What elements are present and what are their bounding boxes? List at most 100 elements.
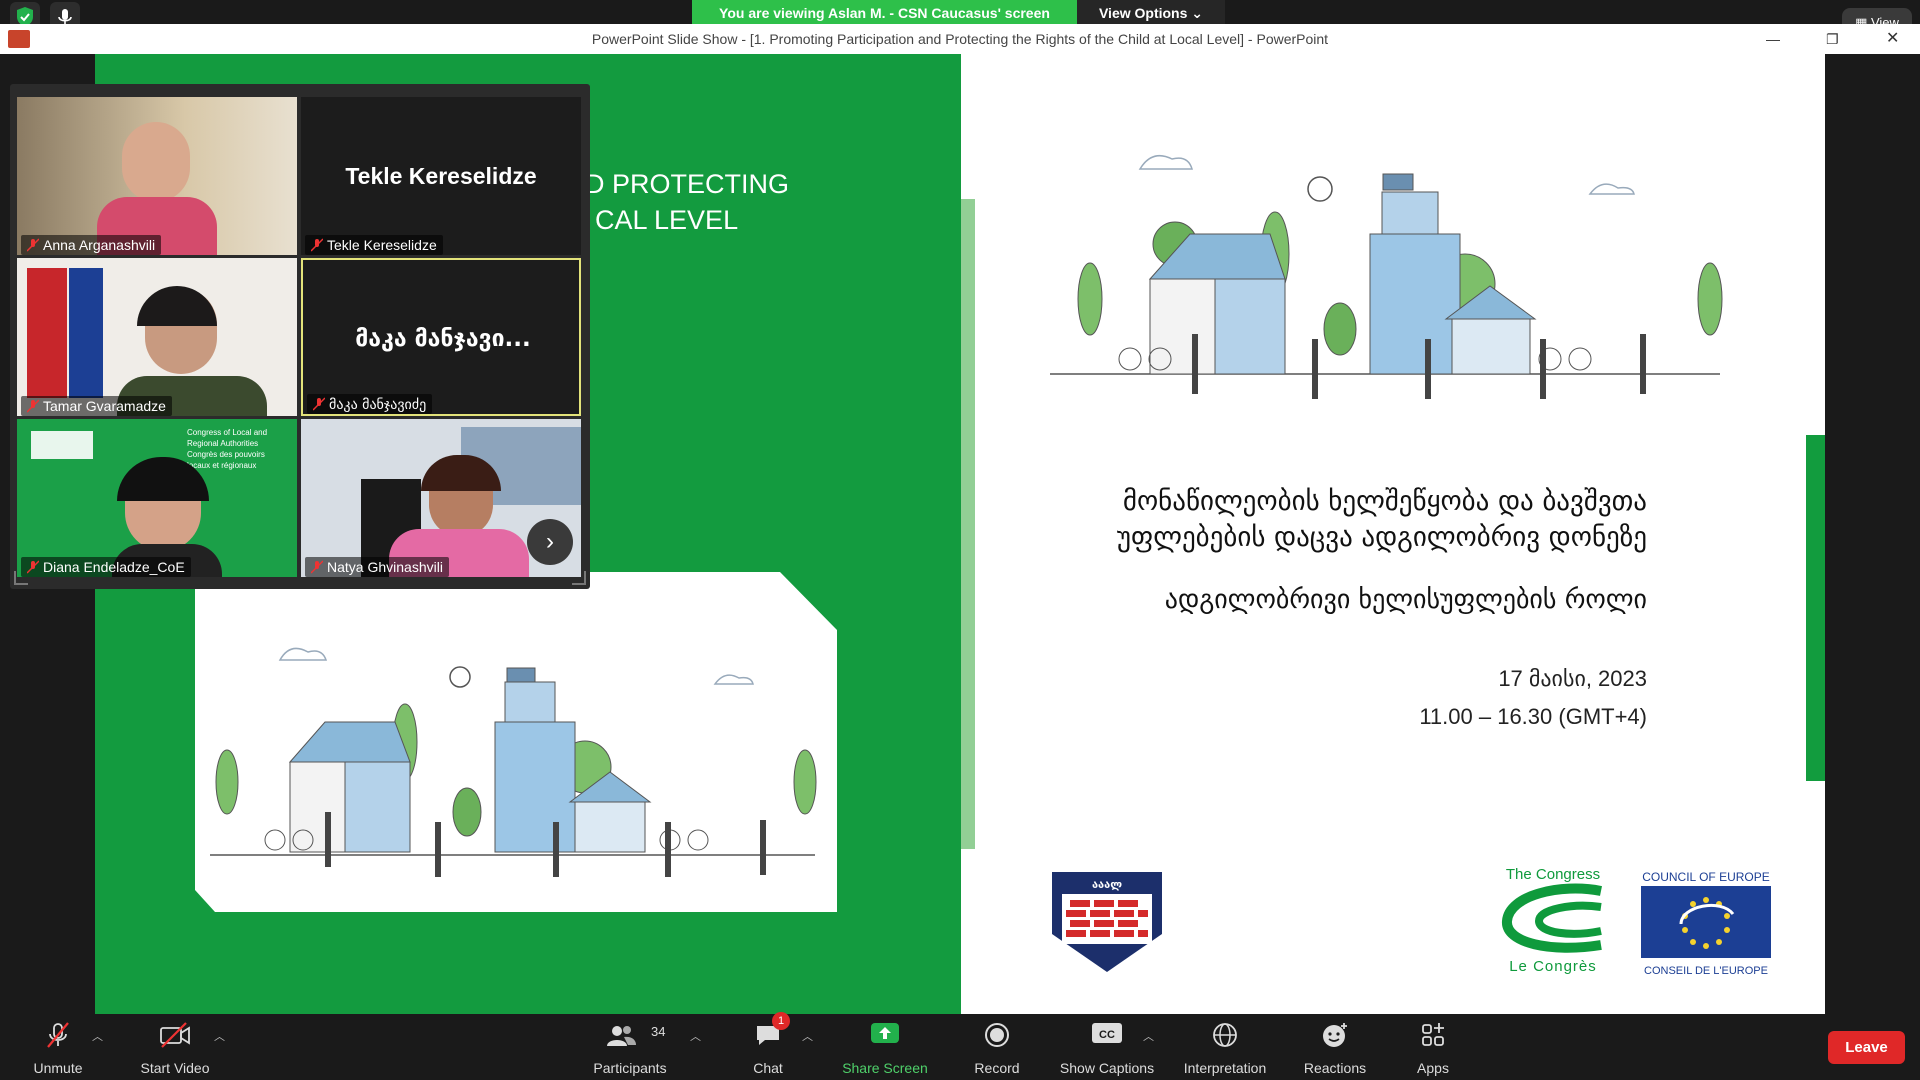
- close-icon[interactable]: ✕: [1886, 24, 1899, 54]
- slide-georgian-subtitle: ადგილობრივი ხელისუფლების როლი: [1164, 585, 1647, 615]
- slide-title-line-1: D PROTECTING: [585, 169, 790, 199]
- unmute-button[interactable]: Unmute: [18, 1014, 98, 1080]
- screen-share-banner: You are viewing Aslan M. - CSN Caucasus'…: [692, 0, 1077, 27]
- reactions-button[interactable]: Reactions: [1290, 1014, 1380, 1080]
- participant-name: Anna Arganashvili: [43, 237, 156, 253]
- participants-count: 34: [651, 1024, 666, 1039]
- naala-logo-text: ააალ: [1092, 878, 1122, 891]
- congress-logo-top: The Congress: [1505, 866, 1601, 883]
- slide-time: 11.00 – 16.30 (GMT+4): [1419, 704, 1647, 729]
- participant-name: Tamar Gvaramadze: [43, 398, 166, 414]
- participant-tile-tekle[interactable]: Tekle Kereselidze Tekle Kereselidze: [301, 97, 581, 255]
- georgian-title-line-2: უფლებების დაცვა ადგილობრივ დონეზე: [1116, 522, 1647, 553]
- resize-handle-icon[interactable]: [572, 571, 586, 585]
- chat-caret-icon[interactable]: ︿: [802, 1028, 813, 1044]
- participant-display-name: Tekle Kereselidze: [345, 163, 537, 189]
- chat-label: Chat: [753, 1060, 783, 1076]
- participants-caret-icon[interactable]: ︿: [690, 1028, 701, 1044]
- start-video-label: Start Video: [140, 1060, 210, 1076]
- muted-mic-icon: [27, 238, 39, 252]
- slide-date: 17 მაისი, 2023: [1498, 666, 1647, 691]
- city-illustration-small-art: [210, 647, 817, 877]
- participant-tile-natya[interactable]: Natya Ghvinashvili ›: [301, 419, 581, 577]
- congress-logo-bottom: Le Congrès: [1509, 958, 1597, 975]
- chat-button[interactable]: 1 Chat: [728, 1012, 808, 1080]
- globe-icon: [1213, 1023, 1237, 1047]
- person-hair: [137, 286, 217, 326]
- powerpoint-title-bar: PowerPoint Slide Show - [1. Promoting Pa…: [0, 24, 1920, 54]
- share-screen-icon: [871, 1023, 899, 1043]
- interpretation-label: Interpretation: [1183, 1060, 1267, 1076]
- slide-english-title: D PROTECTING CAL LEVEL: [585, 166, 789, 238]
- leave-meeting-button[interactable]: Leave: [1828, 1031, 1905, 1064]
- captions-icon-text: CC: [1099, 1029, 1115, 1041]
- captions-caret-icon[interactable]: ︿: [1143, 1028, 1154, 1044]
- participant-name-bar: Natya Ghvinashvili: [305, 557, 449, 577]
- participant-tile-diana[interactable]: Congress of Local and Regional Authoriti…: [17, 419, 297, 577]
- participant-name: მაკა მანჯავიძე: [329, 397, 427, 413]
- video-options-caret-icon[interactable]: ︿: [214, 1028, 225, 1044]
- slide-divider-shade: [961, 199, 975, 849]
- participant-name-bar: Tamar Gvaramadze: [21, 396, 172, 416]
- minimize-icon[interactable]: —: [1766, 24, 1780, 54]
- smiley-add-icon: [1323, 1023, 1347, 1047]
- virtual-bg-text: Congress of Local and Regional Authoriti…: [187, 427, 297, 471]
- participant-tile-anna[interactable]: Anna Arganashvili: [17, 97, 297, 255]
- slide-accent-bar: [1806, 435, 1825, 781]
- slide-title-line-2: CAL LEVEL: [595, 205, 739, 235]
- participant-tile-tamar[interactable]: Tamar Gvaramadze: [17, 258, 297, 416]
- zoom-window: { "zoom": { "banner_text": "You are view…: [0, 0, 1920, 1080]
- share-screen-label: Share Screen: [842, 1060, 928, 1076]
- participant-display-name: მაკა მანჯავი...: [355, 326, 531, 352]
- participant-tile-maka-active-speaker[interactable]: მაკა მანჯავი... მაკა მანჯავიძე: [301, 258, 581, 416]
- record-button[interactable]: Record: [957, 1014, 1037, 1080]
- city-illustration-small: [195, 572, 837, 912]
- muted-mic-icon: [311, 560, 323, 574]
- participant-name: Diana Endeladze_CoE: [43, 559, 185, 575]
- powerpoint-app-icon: [8, 30, 30, 48]
- participants-button[interactable]: 34 Participants: [585, 1014, 675, 1080]
- person-face: [122, 122, 190, 202]
- show-captions-button[interactable]: CC Show Captions: [1052, 1014, 1162, 1080]
- unmute-label: Unmute: [33, 1060, 83, 1076]
- city-illustration-large: [1050, 154, 1723, 399]
- record-icon: [985, 1023, 1009, 1047]
- bg-line-4: locaux et régionaux: [187, 461, 257, 470]
- muted-mic-icon: [311, 238, 323, 252]
- bg-line-2: Regional Authorities: [187, 439, 259, 448]
- microphone-muted-icon: [47, 1022, 69, 1048]
- apps-button[interactable]: Apps: [1393, 1014, 1473, 1080]
- chevron-down-icon: ⌄: [1191, 5, 1204, 21]
- participant-name: Tekle Kereselidze: [327, 237, 437, 253]
- start-video-button[interactable]: Start Video: [130, 1014, 220, 1080]
- georgian-title-line-1: მონაწილეობის ხელშეწყობა და ბავშვთა: [1122, 486, 1647, 517]
- virtual-bg-logo: [31, 431, 93, 459]
- video-gallery[interactable]: Anna Arganashvili Tekle Kereselidze Tekl…: [10, 84, 590, 589]
- record-label: Record: [974, 1060, 1020, 1076]
- participant-name-bar: მაკა მანჯავიძე: [307, 394, 433, 414]
- participant-name-bar: Diana Endeladze_CoE: [21, 557, 191, 577]
- muted-mic-icon: [27, 560, 39, 574]
- muted-mic-icon: [313, 397, 325, 411]
- audio-options-caret-icon[interactable]: ︿: [92, 1028, 103, 1044]
- resize-handle-icon[interactable]: [14, 571, 28, 585]
- muted-mic-icon: [27, 399, 39, 413]
- naala-logo: ააალ: [1052, 872, 1162, 972]
- restore-icon[interactable]: ❐: [1826, 24, 1839, 54]
- video-camera-off-icon: [160, 1022, 190, 1048]
- apps-grid-icon: [1422, 1023, 1444, 1046]
- participants-icon: [607, 1026, 636, 1046]
- interpretation-button[interactable]: Interpretation: [1170, 1014, 1280, 1080]
- participant-name-bar: Anna Arganashvili: [21, 235, 162, 255]
- zoom-meeting-toolbar: Unmute ︿ Start Video ︿ 34 Participants ︿…: [0, 1012, 1920, 1080]
- share-screen-button[interactable]: Share Screen: [835, 1014, 935, 1080]
- flag-georgia: [27, 268, 67, 398]
- slide-georgian-title: მონაწილეობის ხელშეწყობა და ბავშვთა უფლებ…: [1117, 484, 1647, 556]
- view-options-button[interactable]: View Options ⌄: [1077, 0, 1225, 27]
- gallery-next-page-button[interactable]: ›: [527, 519, 573, 565]
- participant-name-bar: Tekle Kereselidze: [305, 235, 443, 255]
- coe-logo-bottom: CONSEIL DE L'EUROPE: [1644, 965, 1768, 977]
- participants-label: Participants: [593, 1060, 667, 1076]
- reactions-label: Reactions: [1303, 1060, 1367, 1076]
- congress-logo: The Congress Le Congrès: [1501, 866, 1605, 978]
